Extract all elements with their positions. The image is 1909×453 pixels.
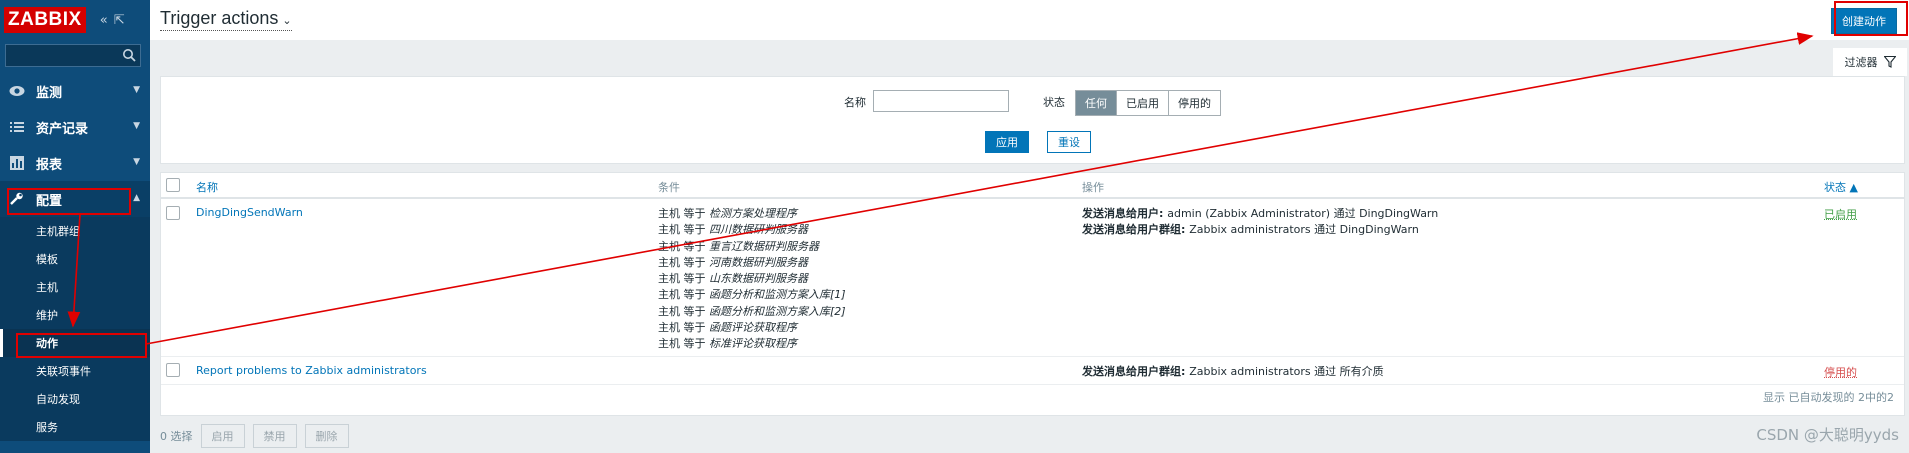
status-toggle-disabled[interactable]: 停用的 [1824, 364, 1857, 380]
operations-list: 发送消息给用户群组: Zabbix administrators 通过 所有介质 [1082, 364, 1384, 380]
collapse-sidebar-icon[interactable]: « [100, 13, 108, 28]
mass-enable-button[interactable]: 启用 [200, 424, 245, 448]
submenu-hosts[interactable]: 主机 [0, 273, 150, 301]
condition-line: 主机 等于 重言辽数据研判服务器 [658, 239, 819, 253]
filter-status-label: 状态 [1043, 96, 1065, 109]
action-name-link[interactable]: Report problems to Zabbix administrators [196, 364, 427, 377]
table-header: 名称 条件 操作 状态 ▲ [161, 173, 1904, 199]
menu-label: 配置 [36, 193, 63, 209]
menu-label: 报表 [36, 157, 63, 173]
submenu-host-groups[interactable]: 主机群组 [0, 217, 150, 245]
col-operations-header: 操作 [1082, 181, 1104, 194]
zabbix-logo[interactable]: ZABBIX [4, 7, 86, 33]
condition-line: 主机 等于 函题评论获取程序 [658, 321, 797, 335]
wrench-icon [8, 191, 26, 207]
condition-line: 主机 等于 检测方案处理程序 [658, 207, 797, 220]
global-search [5, 44, 142, 67]
table-row: DingDingSendWarn 主机 等于 检测方案处理程序 主机 等于 四川… [161, 199, 1904, 357]
bulk-action-bar: 0 选择 启用 禁用 删除 [160, 424, 349, 448]
selected-count: 0 选择 [160, 430, 193, 443]
apply-filter-button[interactable]: 应用 [985, 131, 1029, 153]
mass-disable-button[interactable]: 禁用 [252, 424, 297, 448]
row-checkbox[interactable] [166, 363, 180, 377]
submenu-services[interactable]: 服务 [0, 413, 150, 441]
sidebar: ZABBIX « ⇱ 监测 ▼ 资产记录 ▼ 报表 ▼ 配置 ▲ 主机群组 模板… [0, 0, 150, 453]
submenu-templates[interactable]: 模板 [0, 245, 150, 273]
condition-line: 主机 等于 河南数据研判服务器 [658, 255, 808, 269]
select-all-checkbox[interactable] [166, 178, 180, 192]
row-checkbox[interactable] [166, 206, 180, 220]
mass-delete-button[interactable]: 删除 [304, 424, 349, 448]
col-status-header[interactable]: 状态 ▲ [1824, 179, 1858, 195]
search-input[interactable] [5, 44, 141, 67]
menu-label: 资产记录 [36, 121, 89, 137]
operation-line: 发送消息给用户: admin (Zabbix Administrator) 通过… [1082, 207, 1439, 220]
status-segmented-control: 任何 已启用 停用的 [1075, 90, 1221, 116]
kiosk-mode-icon[interactable]: ⇱ [114, 13, 125, 28]
table-row: Report problems to Zabbix administrators… [161, 357, 1904, 385]
search-icon[interactable] [122, 48, 136, 62]
eye-icon [8, 83, 26, 99]
filter-panel: 名称 状态 任何 已启用 停用的 应用 重设 [160, 76, 1905, 164]
page-title-text: Trigger actions [160, 8, 279, 28]
chevron-up-icon: ▲ [133, 193, 140, 203]
condition-line: 主机 等于 函题分析和监测方案入库[1] [658, 288, 846, 302]
logo-row: ZABBIX « ⇱ [0, 0, 150, 40]
chevron-down-icon: ▼ [133, 85, 140, 95]
filter-tab-label: 过滤器 [1844, 56, 1878, 69]
operation-line: 发送消息给用户群组: Zabbix administrators 通过 所有介质 [1082, 365, 1384, 378]
filter-name-label: 名称 [844, 96, 866, 109]
chevron-down-icon: ⌄ [282, 15, 292, 27]
chevron-down-icon: ▼ [133, 157, 140, 167]
status-option-enabled[interactable]: 已启用 [1117, 91, 1169, 115]
submenu-discovery[interactable]: 自动发现 [0, 385, 150, 413]
create-action-button[interactable]: 创建动作 [1831, 8, 1897, 34]
list-icon [8, 119, 26, 135]
operation-line: 发送消息给用户群组: Zabbix administrators 通过 Ding… [1082, 223, 1419, 236]
submenu-maintenance[interactable]: 维护 [0, 301, 150, 329]
condition-line: 主机 等于 四川数据研判服务器 [658, 223, 808, 237]
page-title[interactable]: Trigger actions ⌄ [160, 8, 292, 31]
table-stats: 显示 已自动发现的 2中的2 [1763, 391, 1894, 404]
condition-line: 主机 等于 标准评论获取程序 [658, 337, 797, 351]
status-option-disabled[interactable]: 停用的 [1169, 91, 1220, 115]
submenu-event-correlation[interactable]: 关联项事件 [0, 357, 150, 385]
status-option-any[interactable]: 任何 [1076, 91, 1117, 115]
col-conditions-header: 条件 [658, 181, 680, 194]
menu-configuration[interactable]: 配置 ▲ [0, 181, 150, 217]
operations-list: 发送消息给用户: admin (Zabbix Administrator) 通过… [1082, 206, 1438, 238]
condition-line: 主机 等于 山东数据研判服务器 [658, 272, 808, 286]
status-toggle-enabled[interactable]: 已启用 [1824, 206, 1857, 222]
action-name-link[interactable]: DingDingSendWarn [196, 206, 303, 219]
actions-table: 名称 条件 操作 状态 ▲ DingDingSendWarn 主机 等于 检测方… [160, 172, 1905, 416]
filter-tab[interactable]: 过滤器 [1833, 48, 1907, 76]
page-header: Trigger actions ⌄ 创建动作 [150, 0, 1909, 40]
menu-inventory[interactable]: 资产记录 ▼ [0, 109, 150, 145]
filter-name-input[interactable] [873, 90, 1009, 112]
config-submenu: 主机群组 模板 主机 维护 动作 关联项事件 自动发现 服务 [0, 217, 150, 441]
csdn-watermark: CSDN @大聪明yyds [1756, 426, 1899, 444]
menu-monitoring[interactable]: 监测 ▼ [0, 73, 150, 109]
submenu-actions[interactable]: 动作 [0, 329, 150, 357]
menu-reports[interactable]: 报表 ▼ [0, 145, 150, 181]
condition-line: 主机 等于 函题分析和监测方案入库[2] [658, 304, 846, 318]
filter-tab-row: 过滤器 [150, 40, 1909, 76]
chevron-down-icon: ▼ [133, 121, 140, 131]
reset-filter-button[interactable]: 重设 [1047, 131, 1091, 153]
filter-icon [1883, 56, 1896, 68]
menu-label: 监测 [36, 85, 63, 101]
col-name-header[interactable]: 名称 [196, 179, 218, 195]
conditions-list: 主机 等于 检测方案处理程序 主机 等于 四川数据研判服务器 主机 等于 重言辽… [658, 206, 846, 353]
bar-chart-icon [8, 155, 26, 171]
